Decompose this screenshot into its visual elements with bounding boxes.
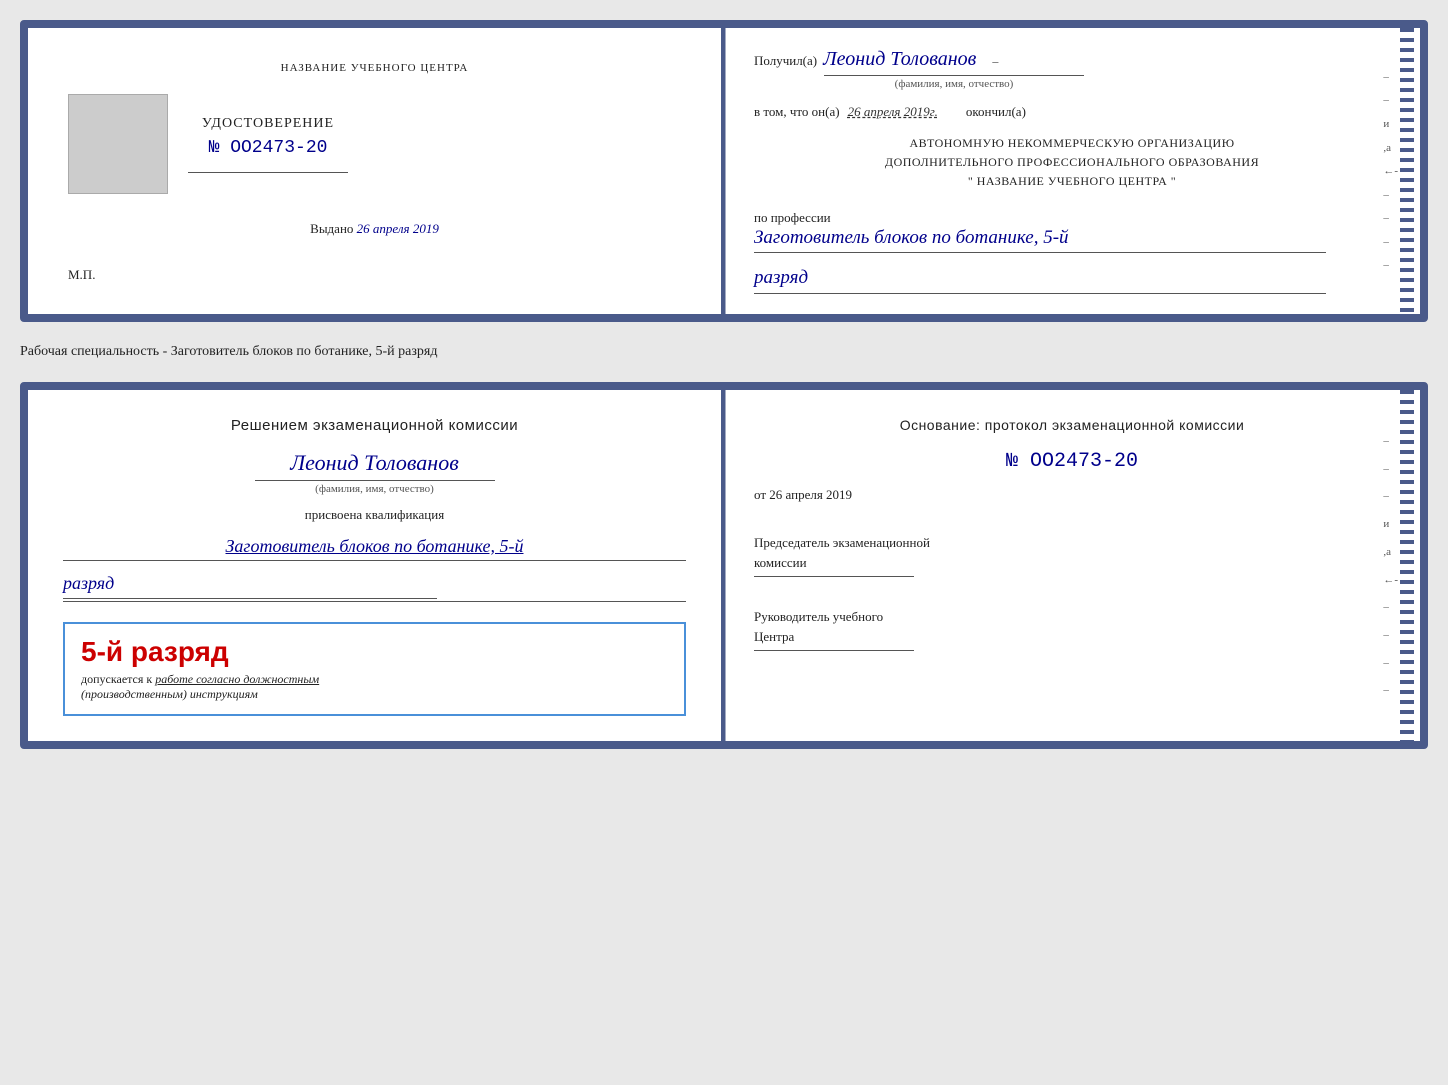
- top-document-card: НАЗВАНИЕ УЧЕБНОГО ЦЕНТРА УДОСТОВЕРЕНИЕ №…: [20, 20, 1428, 322]
- director-section: Руководитель учебного Центра: [754, 607, 1390, 651]
- chairman-title2: комиссии: [754, 553, 1390, 573]
- chairman-section: Председатель экзаменационной комиссии: [754, 533, 1390, 577]
- profession-name: Заготовитель блоков по ботанике, 5-й: [754, 226, 1390, 251]
- date-line: в том, что он(а) 26 апреля 2019г. окончи…: [754, 104, 1390, 120]
- bottom-right-panel: Основание: протокол экзаменационной коми…: [724, 390, 1420, 741]
- photo-stamp-area: [68, 94, 168, 194]
- director-title: Руководитель учебного: [754, 607, 1390, 627]
- side-decorations: – – и ,а ←- – – – –: [1383, 68, 1398, 274]
- bottom-document-card: Решением экзаменационной комиссии Леонид…: [20, 382, 1428, 749]
- fio-label: (фамилия, имя, отчество): [824, 75, 1084, 90]
- cert-title: УДОСТОВЕРЕНИЕ: [202, 116, 334, 132]
- page-wrapper: НАЗВАНИЕ УЧЕБНОГО ЦЕНТРА УДОСТОВЕРЕНИЕ №…: [20, 20, 1428, 749]
- recipient-section: Получил(а) Леонид Толованов – (фамилия, …: [754, 48, 1390, 90]
- assigned-label: присвоена квалификация: [63, 507, 686, 523]
- recipient-line: Получил(а) Леонид Толованов –: [754, 48, 1390, 71]
- osnov-label: Основание: протокол экзаменационной коми…: [754, 415, 1390, 436]
- person-section: Леонид Толованов (фамилия, имя, отчество…: [63, 450, 686, 495]
- bottom-side-decorations: – – – и ,а ←- – – – –: [1383, 430, 1398, 701]
- chairman-signature-line: [754, 576, 914, 577]
- qual-profession-section: Заготовитель блоков по ботанике, 5-й: [63, 535, 686, 561]
- cert-number: № OO2473-20: [209, 138, 328, 158]
- date-value: 26 апреля 2019г.: [848, 104, 938, 120]
- rank-section: разряд: [754, 267, 1390, 294]
- commission-title: Решением экзаменационной комиссии: [63, 415, 686, 438]
- stamp-box: 5-й разряд допускается к работе согласно…: [63, 622, 686, 716]
- bottom-left-panel: Решением экзаменационной комиссии Леонид…: [28, 390, 724, 741]
- qual-profession: Заготовитель блоков по ботанике, 5-й: [63, 535, 686, 558]
- from-date-line: от 26 апреля 2019: [754, 487, 1390, 503]
- chairman-title: Председатель экзаменационной: [754, 533, 1390, 553]
- allowed-text: допускается к работе согласно должностны…: [81, 672, 668, 687]
- recipient-name: Леонид Толованов: [823, 48, 976, 71]
- person-name: Леонид Толованов: [290, 450, 459, 476]
- top-left-panel: НАЗВАНИЕ УЧЕБНОГО ЦЕНТРА УДОСТОВЕРЕНИЕ №…: [28, 28, 724, 314]
- director-signature-line: [754, 650, 914, 651]
- org-block: АВТОНОМНУЮ НЕКОММЕРЧЕСКУЮ ОРГАНИЗАЦИЮ ДО…: [754, 134, 1390, 192]
- school-name-label: НАЗВАНИЕ УЧЕБНОГО ЦЕНТРА: [281, 62, 469, 74]
- profession-section: по профессии Заготовитель блоков по бота…: [754, 210, 1390, 254]
- qual-rank: разряд: [63, 573, 437, 599]
- stamp-rank: 5-й разряд: [81, 636, 668, 668]
- issued-date: 26 апреля 2019: [357, 221, 439, 236]
- fio-label-bottom: (фамилия, имя, отчество): [255, 480, 495, 495]
- qual-rank-section: разряд: [63, 573, 686, 602]
- instructions-text: (производственным) инструкциям: [81, 687, 668, 702]
- top-right-panel: Получил(а) Леонид Толованов – (фамилия, …: [724, 28, 1420, 314]
- director-title2: Центра: [754, 627, 1390, 647]
- mp-label: М.П.: [68, 266, 681, 284]
- rank-value: разряд: [754, 267, 1326, 294]
- issued-line: Выдано 26 апреля 2019: [310, 221, 439, 236]
- protocol-number: № OO2473-20: [754, 450, 1390, 473]
- school-name-top: НАЗВАНИЕ УЧЕБНОГО ЦЕНТРА: [281, 58, 469, 76]
- specialty-label: Рабочая специальность - Заготовитель бло…: [20, 340, 1428, 364]
